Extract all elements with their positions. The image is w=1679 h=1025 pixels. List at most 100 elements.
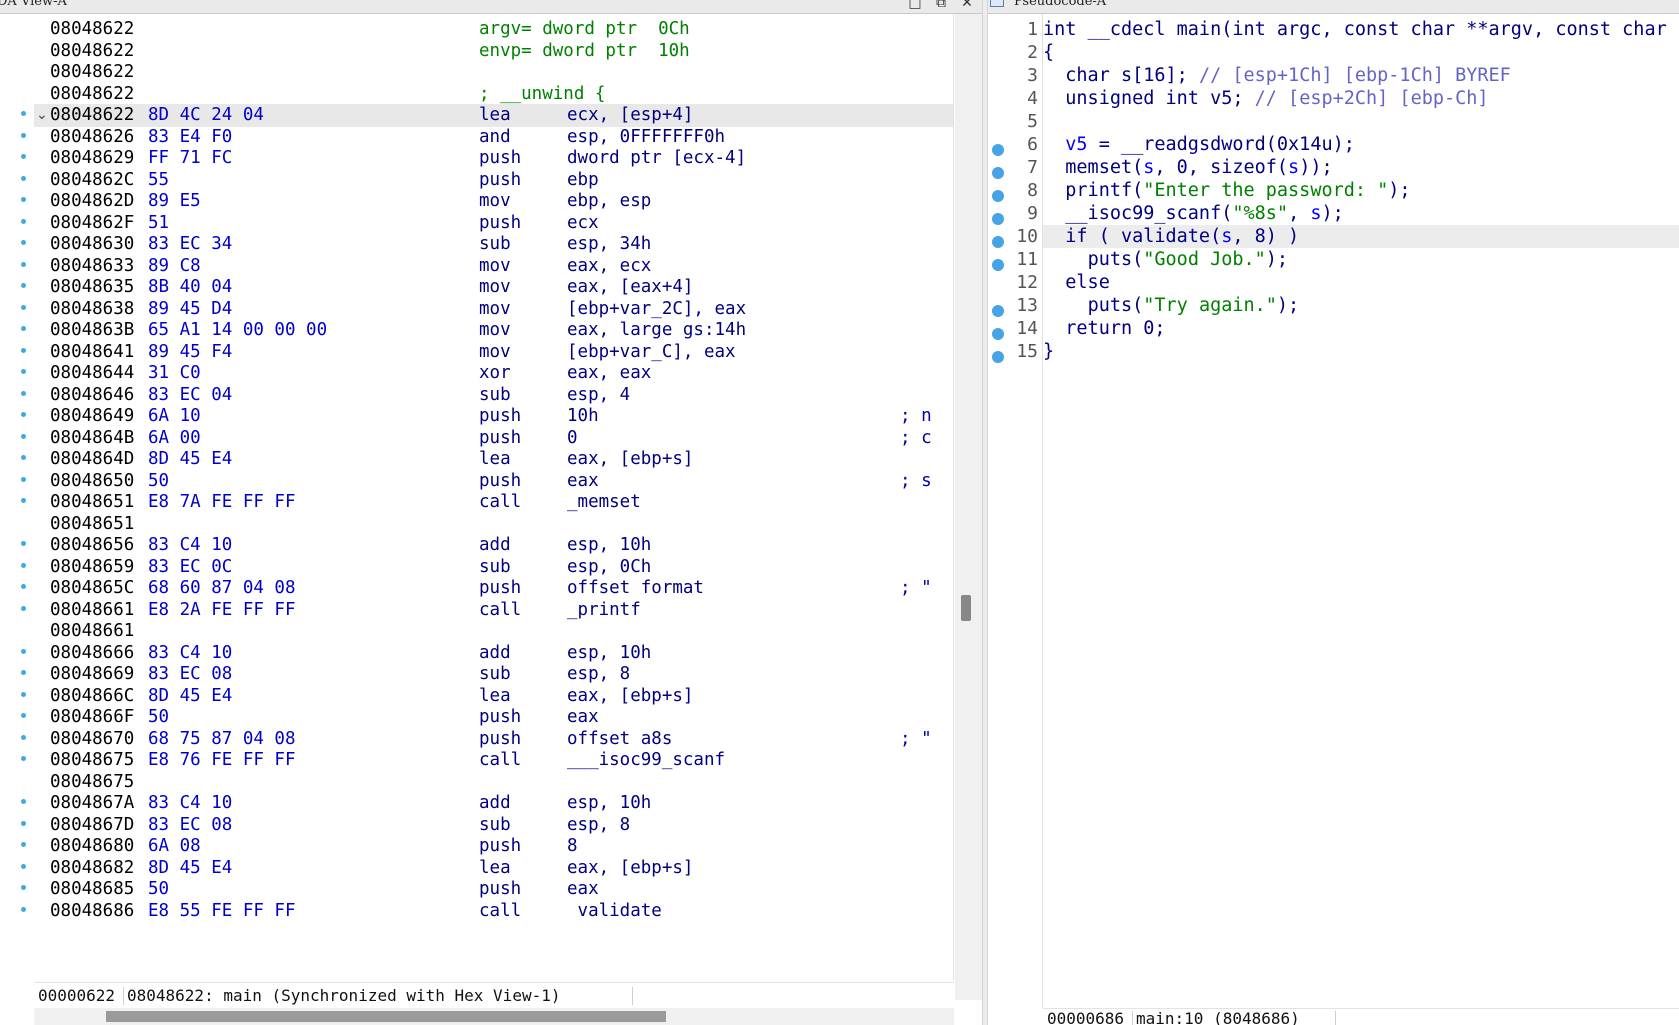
disassembly-horizontal-scrollbar[interactable] [34, 1008, 954, 1025]
instruction-operands[interactable]: offset a8s [567, 728, 672, 751]
instruction-operands[interactable]: eax, [ebp+s] [567, 448, 693, 471]
disasm-line[interactable]: 08048682 8D 45 E4 lea eax, [ebp+s] [34, 857, 953, 880]
instruction-mnemonic[interactable]: sub [479, 233, 511, 256]
instruction-operands[interactable]: esp, 10h [567, 642, 651, 665]
code-line[interactable]: puts("Good Job."); [1043, 248, 1679, 271]
disasm-line[interactable]: 0804866C 8D 45 E4 lea eax, [ebp+s] [34, 685, 953, 708]
pseudocode-line-gutter[interactable]: 1 2 3 4 5 6 7 8 9 10 11 12 13 14 15 [988, 14, 1043, 1008]
disasm-line[interactable]: 08048651 [34, 513, 953, 536]
float-window-icon[interactable]: ⧉ [932, 0, 950, 11]
disasm-line[interactable]: 0804862C 55 push ebp [34, 169, 953, 192]
disasm-line[interactable]: 0804862D 89 E5 mov ebp, esp [34, 190, 953, 213]
breakpoint-marker[interactable] [21, 498, 26, 503]
disasm-line[interactable]: 0804865C 68 60 87 04 08 push offset format;… [34, 577, 953, 600]
instruction-mnemonic[interactable]: lea [479, 857, 511, 880]
disasm-line[interactable]: 08048633 89 C8 mov eax, ecx [34, 255, 953, 278]
instruction-mnemonic[interactable]: push [479, 577, 521, 600]
instruction-operands[interactable]: 8 [567, 835, 578, 858]
breakpoint-marker[interactable] [21, 347, 26, 353]
disasm-header-line[interactable]: 08048622 envp= dword ptr 10h [34, 40, 953, 63]
disasm-line[interactable]: 08048649 6A 10 push 10h ; n [34, 405, 953, 428]
instruction-mnemonic[interactable]: mov [479, 276, 511, 299]
instruction-operands[interactable]: esp, 4 [567, 384, 630, 407]
instruction-mnemonic[interactable]: call [479, 599, 521, 622]
instruction-operands[interactable]: eax [567, 878, 599, 901]
disasm-line[interactable]: 08048661 E8 2A FE FF FF call _printf [34, 599, 953, 622]
code-line[interactable]: unsigned int v5; // [esp+2Ch] [ebp-Ch] [1043, 87, 1679, 110]
instruction-mnemonic[interactable]: sub [479, 814, 511, 837]
disasm-line[interactable]: 08048651 E8 7A FE FF FF call _memset [34, 491, 953, 514]
instruction-operands[interactable]: eax, ecx [567, 255, 651, 278]
instruction-mnemonic[interactable]: lea [479, 685, 511, 708]
disasm-line[interactable]: 08048666 83 C4 10 add esp, 10h [34, 642, 953, 665]
instruction-operands[interactable]: eax [567, 706, 599, 729]
instruction-operands[interactable]: ___isoc99_scanf [567, 749, 725, 772]
instruction-mnemonic[interactable]: push [479, 470, 521, 493]
breakpoint-marker[interactable] [21, 541, 26, 546]
breakpoint-marker[interactable] [21, 304, 26, 310]
disasm-line[interactable]: 08048641 89 45 F4 mov [ebp+var_C], eax [34, 341, 953, 364]
disasm-line[interactable]: 08048675 E8 76 FE FF FF call ___isoc99_scan… [34, 749, 953, 772]
disasm-line[interactable]: 08048659 83 EC 0C sub esp, 0Ch [34, 556, 953, 579]
code-line[interactable]: memset(s, 0, sizeof(s)); [1043, 156, 1679, 179]
breakpoint-marker[interactable] [992, 190, 1004, 202]
breakpoint-marker[interactable] [21, 197, 26, 202]
collapse-chevron-icon[interactable]: ⌄ [36, 104, 48, 127]
instruction-operands[interactable]: ebp, esp [567, 190, 651, 213]
breakpoint-marker[interactable] [21, 799, 26, 804]
ida-breakpoint-gutter[interactable] [0, 14, 34, 994]
disassembly-listing[interactable]: 08048622 argv= dword ptr 0Ch 08048622 envp=… [34, 14, 954, 980]
disasm-line[interactable]: 08048675 [34, 771, 953, 794]
disasm-line[interactable]: 08048650 50 push eax ; s [34, 470, 953, 493]
disasm-line[interactable]: 08048669 83 EC 08 sub esp, 8 [34, 663, 953, 686]
vertical-scroll-thumb[interactable] [961, 595, 971, 621]
instruction-operands[interactable]: ecx [567, 212, 599, 235]
instruction-operands[interactable]: 10h [567, 405, 599, 428]
breakpoint-marker[interactable] [21, 433, 26, 439]
code-line[interactable]: v5 = __readgsdword(0x14u); [1043, 133, 1679, 156]
breakpoint-marker[interactable] [21, 111, 26, 116]
disasm-line[interactable]: 08048686 E8 55 FE FF FF call validate [34, 900, 953, 923]
disasm-line-selected[interactable]: ⌄ 08048622 8D 4C 24 04 lea ecx, [esp+4] [34, 104, 953, 127]
breakpoint-marker[interactable] [21, 476, 26, 482]
instruction-mnemonic[interactable]: sub [479, 384, 511, 407]
breakpoint-marker[interactable] [992, 236, 1004, 248]
disasm-header-line[interactable]: 08048622 argv= dword ptr 0Ch [34, 18, 953, 41]
horizontal-scroll-thumb[interactable] [106, 1011, 666, 1022]
instruction-mnemonic[interactable]: push [479, 728, 521, 751]
instruction-mnemonic[interactable]: lea [479, 448, 511, 471]
instruction-operands[interactable]: eax, eax [567, 362, 651, 385]
breakpoint-marker[interactable] [21, 175, 26, 181]
instruction-operands[interactable]: validate [567, 900, 662, 923]
instruction-operands[interactable]: [ebp+var_2C], eax [567, 298, 746, 321]
disasm-line[interactable]: 08048638 89 45 D4 mov [ebp+var_2C], eax [34, 298, 953, 321]
instruction-operands[interactable]: eax, [ebp+s] [567, 857, 693, 880]
code-line[interactable]: __isoc99_scanf("%8s", s); [1043, 202, 1679, 225]
disasm-line[interactable]: 08048635 8B 40 04 mov eax, [eax+4] [34, 276, 953, 299]
ida-view-titlebar[interactable]: DA View-A □ ⧉ ✕ [0, 0, 982, 14]
instruction-mnemonic[interactable]: mov [479, 190, 511, 213]
close-icon[interactable]: ✕ [958, 0, 976, 11]
instruction-mnemonic[interactable]: call [479, 491, 521, 514]
instruction-operands[interactable]: ebp [567, 169, 599, 192]
instruction-mnemonic[interactable]: and [479, 126, 511, 149]
instruction-operands[interactable]: esp, 8 [567, 814, 630, 837]
breakpoint-marker[interactable] [992, 167, 1004, 179]
breakpoint-marker[interactable] [21, 562, 26, 568]
breakpoint-marker[interactable] [21, 326, 26, 331]
disasm-line[interactable]: 08048629 FF 71 FC push dword ptr [ecx-4] [34, 147, 953, 170]
breakpoint-marker[interactable] [21, 154, 26, 159]
instruction-mnemonic[interactable]: push [479, 212, 521, 235]
breakpoint-marker[interactable] [21, 412, 26, 417]
breakpoint-marker[interactable] [21, 283, 26, 288]
breakpoint-marker[interactable] [21, 691, 26, 697]
breakpoint-marker[interactable] [21, 820, 26, 826]
breakpoint-marker[interactable] [992, 144, 1004, 156]
breakpoint-marker[interactable] [21, 132, 26, 138]
instruction-operands[interactable]: esp, 10h [567, 792, 651, 815]
pseudocode-titlebar[interactable]: Pseudocode-A [988, 0, 1679, 14]
breakpoint-marker[interactable] [21, 648, 26, 654]
instruction-operands[interactable]: 0 [567, 427, 578, 450]
breakpoint-marker[interactable] [21, 390, 26, 396]
instruction-operands[interactable]: [ebp+var_C], eax [567, 341, 736, 364]
